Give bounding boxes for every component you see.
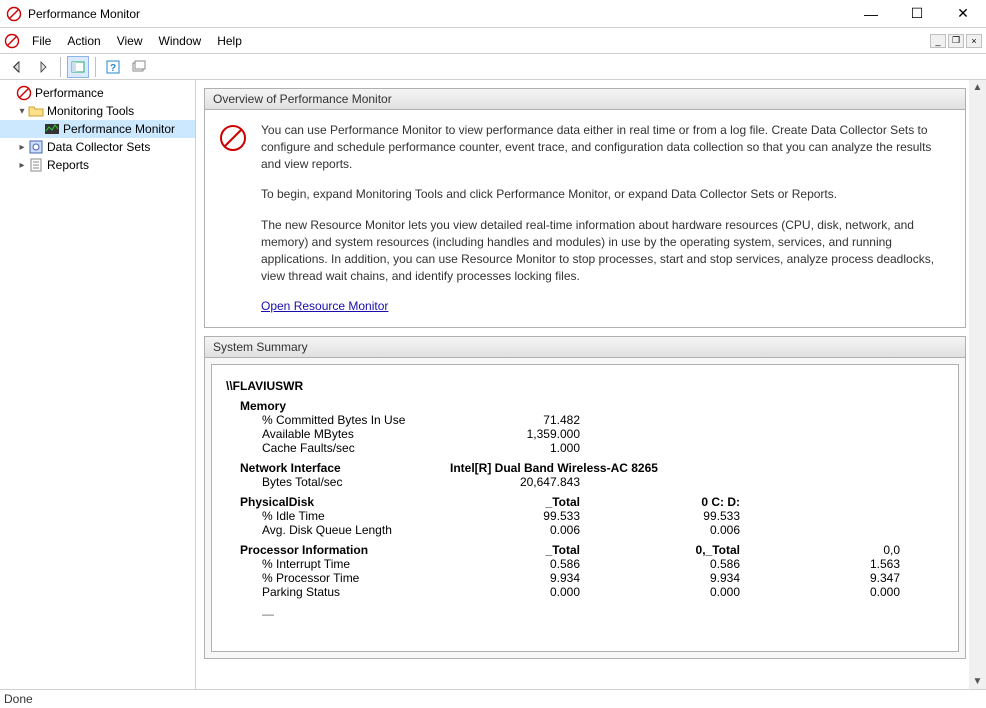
show-hide-tree-button[interactable] (67, 56, 89, 78)
metric-value: 20,647.843 (450, 475, 610, 489)
column-header: 0,_Total (610, 543, 770, 557)
column-header: 0 C: D: (610, 495, 770, 509)
tree-label: Performance Monitor (63, 122, 175, 136)
svg-text:?: ? (110, 63, 116, 74)
metric-value: 1,359.000 (450, 427, 610, 441)
metric-label: % Idle Time (262, 509, 450, 523)
tree-label: Monitoring Tools (47, 104, 134, 118)
menu-file[interactable]: File (24, 30, 59, 52)
metric-value: 99.533 (450, 509, 610, 523)
menu-action[interactable]: Action (59, 30, 108, 52)
metric-value: 0.586 (610, 557, 770, 571)
open-resource-monitor-link[interactable]: Open Resource Monitor (261, 299, 388, 313)
metric-label: % Interrupt Time (262, 557, 450, 571)
forward-button[interactable] (32, 56, 54, 78)
vertical-scrollbar[interactable]: ▲ ▼ (969, 80, 986, 689)
window-title: Performance Monitor (28, 7, 848, 21)
menu-window[interactable]: Window (151, 30, 210, 52)
tree-item-performance-monitor[interactable]: Performance Monitor (0, 120, 195, 138)
metric-value: 0.000 (770, 585, 910, 599)
tree-item-data-collector-sets[interactable]: ▸ Data Collector Sets (0, 138, 195, 156)
column-header: _Total (450, 495, 610, 509)
expand-icon[interactable]: ▸ (16, 160, 28, 171)
metric-value: 1.563 (770, 557, 910, 571)
menu-help[interactable]: Help (209, 30, 250, 52)
metric-value: 0.006 (610, 523, 770, 537)
perf-icon (16, 85, 32, 101)
status-text: Done (4, 692, 33, 706)
summary-divider-line: — (226, 607, 944, 621)
metric-value: 71.482 (450, 413, 610, 427)
statusbar: Done (0, 690, 986, 708)
collapse-icon[interactable]: ▾ (16, 106, 28, 117)
overview-paragraph-2: To begin, expand Monitoring Tools and cl… (261, 186, 951, 203)
menu-app-icon (4, 33, 20, 49)
metric-value: 1.000 (450, 441, 610, 455)
summary-host: \\FLAVIUSWR (226, 379, 944, 393)
metric-label: % Committed Bytes In Use (262, 413, 450, 427)
column-header: 0,0 (770, 543, 910, 557)
reports-icon (28, 157, 44, 173)
expand-icon[interactable]: ▸ (16, 142, 28, 153)
titlebar: Performance Monitor — ☐ ✕ (0, 0, 986, 28)
mdi-minimize-button[interactable]: _ (930, 34, 946, 48)
overview-paragraph-1: You can use Performance Monitor to view … (261, 122, 951, 172)
back-button[interactable] (6, 56, 28, 78)
tree-item-performance[interactable]: Performance (0, 84, 195, 102)
metric-value: 0.000 (450, 585, 610, 599)
overview-box: You can use Performance Monitor to view … (204, 110, 966, 328)
metric-label: Bytes Total/sec (262, 475, 450, 489)
scroll-down-icon[interactable]: ▼ (973, 676, 983, 687)
toolbar: ? (0, 54, 986, 80)
memory-category: Memory (226, 393, 944, 413)
metric-value: 9.934 (450, 571, 610, 585)
metric-value: 99.533 (610, 509, 770, 523)
app-icon (6, 6, 22, 22)
minimize-button[interactable]: — (848, 0, 894, 28)
tree-label: Data Collector Sets (47, 140, 150, 154)
tree-item-monitoring-tools[interactable]: ▾ Monitoring Tools (0, 102, 195, 120)
data-collector-icon (28, 139, 44, 155)
processor-category: Processor Information (240, 543, 450, 557)
metric-value: 9.934 (610, 571, 770, 585)
overview-paragraph-3: The new Resource Monitor lets you view d… (261, 217, 951, 284)
tree-label: Reports (47, 158, 89, 172)
tree-label: Performance (35, 86, 104, 100)
menubar: File Action View Window Help _ ❐ × (0, 28, 986, 54)
metric-label: Available MBytes (262, 427, 450, 441)
content-panel: Overview of Performance Monitor You can … (196, 80, 986, 689)
metric-label: Avg. Disk Queue Length (262, 523, 450, 537)
tree-panel[interactable]: Performance ▾ Monitoring Tools Performan… (0, 80, 196, 689)
metric-label: Parking Status (262, 585, 450, 599)
metric-value: 9.347 (770, 571, 910, 585)
new-window-button[interactable] (128, 56, 150, 78)
overview-app-icon (219, 122, 249, 315)
metric-label: Cache Faults/sec (262, 441, 450, 455)
menu-view[interactable]: View (109, 30, 151, 52)
close-button[interactable]: ✕ (940, 0, 986, 28)
metric-value: 0.000 (610, 585, 770, 599)
network-adapter: Intel[R] Dual Band Wireless-AC 8265 (450, 461, 688, 475)
network-category: Network Interface (240, 461, 450, 475)
column-header: _Total (450, 543, 610, 557)
maximize-button[interactable]: ☐ (894, 0, 940, 28)
metric-value: 0.006 (450, 523, 610, 537)
metric-value: 0.586 (450, 557, 610, 571)
metric-label: % Processor Time (262, 571, 450, 585)
help-button[interactable]: ? (102, 56, 124, 78)
overview-header: Overview of Performance Monitor (204, 88, 966, 110)
folder-icon (28, 103, 44, 119)
disk-category: PhysicalDisk (240, 495, 450, 509)
summary-header: System Summary (204, 336, 966, 358)
scroll-up-icon[interactable]: ▲ (973, 82, 983, 93)
system-summary-table: \\FLAVIUSWR Memory % Committed Bytes In … (211, 364, 959, 652)
mdi-restore-button[interactable]: ❐ (948, 34, 964, 48)
tree-item-reports[interactable]: ▸ Reports (0, 156, 195, 174)
perfmon-icon (44, 121, 60, 137)
mdi-close-button[interactable]: × (966, 34, 982, 48)
